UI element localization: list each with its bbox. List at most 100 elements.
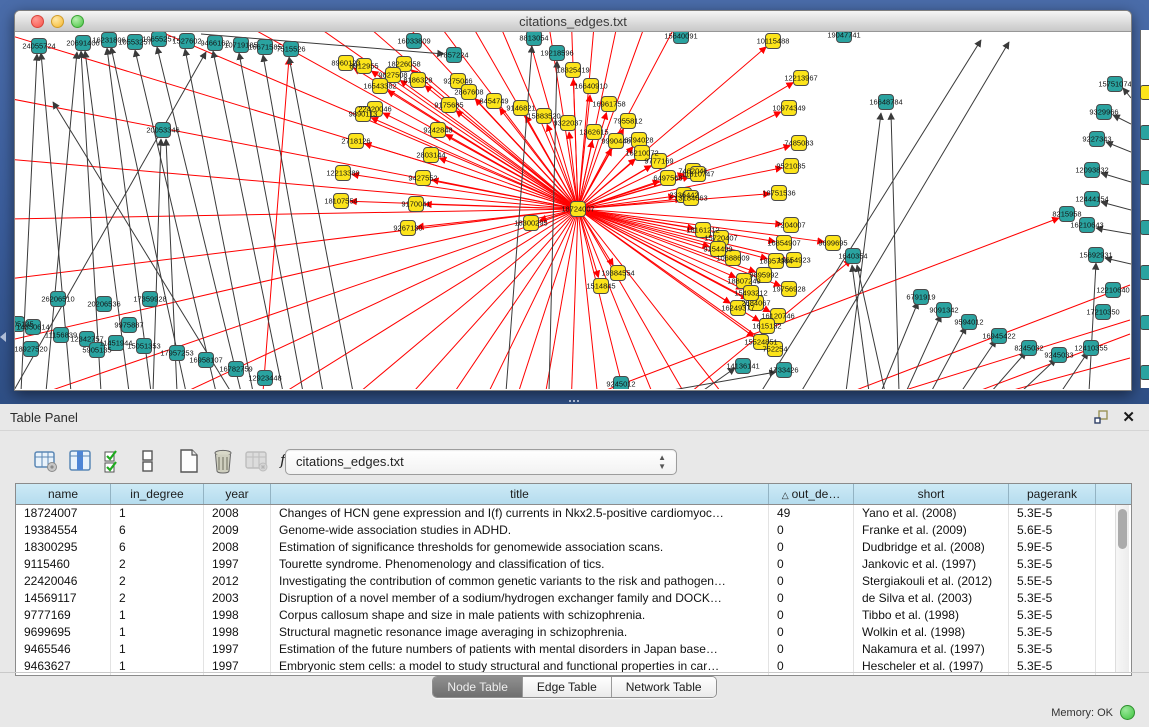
graph-edge[interactable] xyxy=(15,32,578,209)
table-cell[interactable]: 18300295 xyxy=(16,539,111,556)
table-cell[interactable]: 19384554 xyxy=(16,522,111,539)
graph-edge[interactable] xyxy=(906,315,941,389)
graph-edge[interactable] xyxy=(239,53,303,389)
tab-edge-table[interactable]: Edge Table xyxy=(523,677,612,697)
table-cell[interactable]: Disruption of a novel member of a sodium… xyxy=(271,590,769,607)
network-view-window[interactable]: citations_edges.txt 18724007896012389129… xyxy=(14,10,1132,391)
table-cell[interactable]: Estimation of significance thresholds fo… xyxy=(271,539,769,556)
table-cell[interactable]: 2 xyxy=(111,556,204,573)
table-cell[interactable]: Corpus callosum shape and size in male p… xyxy=(271,607,769,624)
graph-edge[interactable] xyxy=(263,58,289,389)
table-cell[interactable]: 5.3E-5 xyxy=(1009,607,1096,624)
table-cell[interactable]: 1998 xyxy=(204,607,271,624)
table-cell[interactable]: 5.6E-5 xyxy=(1009,522,1096,539)
graph-edge[interactable] xyxy=(446,134,578,209)
table-cell[interactable]: 0 xyxy=(769,641,854,658)
graph-edge[interactable] xyxy=(578,209,1131,389)
graph-edge[interactable] xyxy=(578,209,1102,389)
table-settings-icon[interactable] xyxy=(33,448,59,474)
graph-node[interactable] xyxy=(1140,265,1149,280)
table-cell[interactable]: 1997 xyxy=(204,556,271,573)
table-cell[interactable]: Investigating the contribution of common… xyxy=(271,573,769,590)
table-row[interactable]: 1872400712008Changes of HCN gene express… xyxy=(16,505,1131,522)
graph-edge[interactable] xyxy=(21,54,37,389)
table-row[interactable]: 911546021997Tourette syndrome. Phenomeno… xyxy=(16,556,1131,573)
table-cell[interactable]: 0 xyxy=(769,539,854,556)
table-row[interactable]: 1456911722003Disruption of a novel membe… xyxy=(16,590,1131,607)
table-cell[interactable]: 1 xyxy=(111,607,204,624)
delete-table-icon[interactable] xyxy=(244,448,270,474)
table-cell[interactable]: 2 xyxy=(111,590,204,607)
table-cell[interactable]: Genome-wide association studies in ADHD. xyxy=(271,522,769,539)
graph-edge[interactable] xyxy=(15,32,578,209)
graph-edge[interactable] xyxy=(15,32,578,209)
table-cell[interactable]: 9465546 xyxy=(16,641,111,658)
float-window-icon[interactable] xyxy=(1094,410,1109,424)
table-cell[interactable]: 1 xyxy=(111,641,204,658)
table-cell[interactable]: 0 xyxy=(769,624,854,641)
table-cell[interactable]: Tibbo et al. (1998) xyxy=(854,607,1009,624)
column-header-pagerank[interactable]: pagerank xyxy=(1009,484,1096,504)
table-cell[interactable]: Franke et al. (2009) xyxy=(854,522,1009,539)
graph-edge[interactable] xyxy=(931,327,966,389)
table-cell[interactable]: 2 xyxy=(111,573,204,590)
table-cell[interactable]: 9699695 xyxy=(16,624,111,641)
graph-edge[interactable] xyxy=(15,32,578,209)
graph-edge[interactable] xyxy=(15,32,578,209)
table-cell[interactable]: 5.3E-5 xyxy=(1009,590,1096,607)
close-icon[interactable]: ✕ xyxy=(1122,408,1135,426)
graph-edge[interactable] xyxy=(891,113,899,389)
column-header-out_de[interactable]: △out_de… xyxy=(769,484,854,504)
table-cell[interactable]: 2012 xyxy=(204,573,271,590)
table-cell[interactable]: 2009 xyxy=(204,522,271,539)
column-header-title[interactable]: title xyxy=(271,484,769,504)
table-row[interactable]: 946554611997Estimation of the future num… xyxy=(16,641,1131,658)
column-header-year[interactable]: year xyxy=(204,484,271,504)
graph-edge[interactable] xyxy=(15,32,578,209)
graph-edge[interactable] xyxy=(578,32,1057,209)
graph-edge[interactable] xyxy=(15,32,578,209)
table-cell[interactable]: 0 xyxy=(769,607,854,624)
panel-collapse-arrow[interactable] xyxy=(0,332,6,342)
select-all-checks-icon[interactable] xyxy=(101,448,127,474)
table-cell[interactable]: 1 xyxy=(111,505,204,522)
graph-node[interactable] xyxy=(1140,170,1149,185)
table-cell[interactable]: 5.9E-5 xyxy=(1009,539,1096,556)
graph-node[interactable] xyxy=(1140,125,1149,140)
table-cell[interactable]: Dudbridge et al. (2008) xyxy=(854,539,1009,556)
graph-edge[interactable] xyxy=(578,209,1131,389)
table-select-dropdown[interactable]: citations_edges.txt ▲▼ xyxy=(285,449,677,475)
table-cell[interactable]: 5.3E-5 xyxy=(1009,556,1096,573)
table-cell[interactable]: de Silva et al. (2003) xyxy=(854,590,1009,607)
show-column-icon[interactable] xyxy=(67,448,93,474)
graph-edge[interactable] xyxy=(15,32,578,209)
table-cell[interactable]: 1 xyxy=(111,624,204,641)
clear-selection-icon[interactable] xyxy=(135,448,161,474)
graph-edge[interactable] xyxy=(335,209,578,389)
table-cell[interactable]: 5.3E-5 xyxy=(1009,505,1096,522)
tab-network-table[interactable]: Network Table xyxy=(612,677,716,697)
table-cell[interactable]: 0 xyxy=(769,522,854,539)
graph-edge[interactable] xyxy=(192,32,578,209)
tab-node-table[interactable]: Node Table xyxy=(433,677,523,697)
graph-edge[interactable] xyxy=(1021,359,1056,389)
table-cell[interactable]: 0 xyxy=(769,590,854,607)
graph-edge[interactable] xyxy=(801,42,1009,389)
new-document-icon[interactable] xyxy=(176,448,202,474)
table-cell[interactable]: Jankovic et al. (1997) xyxy=(854,556,1009,573)
table-cell[interactable]: Yano et al. (2008) xyxy=(854,505,1009,522)
table-cell[interactable]: Structural magnetic resonance image aver… xyxy=(271,624,769,641)
graph-edge[interactable] xyxy=(185,49,253,389)
table-cell[interactable]: 2008 xyxy=(204,539,271,556)
table-row[interactable]: 977716911998Corpus callosum shape and si… xyxy=(16,607,1131,624)
table-cell[interactable]: 5.3E-5 xyxy=(1009,624,1096,641)
table-cell[interactable]: 5.5E-5 xyxy=(1009,573,1096,590)
table-cell[interactable]: 6 xyxy=(111,522,204,539)
table-row[interactable]: 1938455462009Genome-wide association stu… xyxy=(16,522,1131,539)
column-header-name[interactable]: name xyxy=(16,484,111,504)
table-cell[interactable]: 6 xyxy=(111,539,204,556)
network-window-titlebar[interactable]: citations_edges.txt xyxy=(15,11,1131,32)
graph-edge[interactable] xyxy=(701,368,735,389)
graph-edge[interactable] xyxy=(881,302,918,389)
table-row[interactable]: 969969511998Structural magnetic resonanc… xyxy=(16,624,1131,641)
